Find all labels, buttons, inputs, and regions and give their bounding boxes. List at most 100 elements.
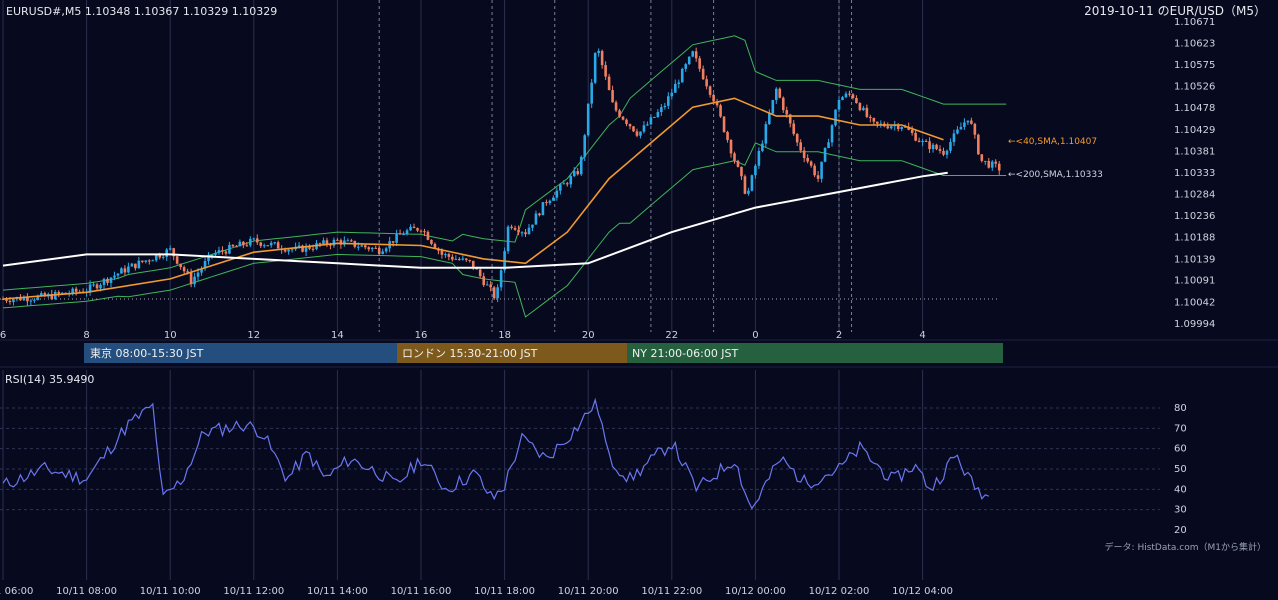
candle-body bbox=[370, 247, 374, 250]
candle-body bbox=[496, 287, 499, 299]
candle-body bbox=[447, 254, 451, 257]
candle-body bbox=[489, 284, 492, 288]
candle-body bbox=[973, 123, 977, 135]
candle-body bbox=[510, 226, 513, 228]
candle-body bbox=[531, 224, 534, 228]
hour-tick-label: 2 bbox=[836, 330, 842, 341]
candle-body bbox=[231, 244, 235, 247]
candle-body bbox=[698, 58, 701, 69]
candle-body bbox=[604, 65, 607, 77]
candle-body bbox=[130, 263, 134, 267]
price-tick-label: 1.10091 bbox=[1174, 276, 1215, 287]
candle-body bbox=[949, 142, 952, 151]
candle-body bbox=[332, 239, 336, 246]
candle-body bbox=[266, 245, 270, 247]
candle-body bbox=[499, 270, 503, 288]
candle-body bbox=[409, 226, 412, 231]
candle-body bbox=[733, 153, 736, 161]
candle-body bbox=[768, 113, 771, 125]
candle-body bbox=[632, 126, 635, 132]
price-tick-label: 1.10478 bbox=[1174, 103, 1215, 114]
candle-body bbox=[106, 278, 109, 283]
rsi-tick-label: 30 bbox=[1174, 505, 1187, 516]
candle-body bbox=[137, 260, 141, 269]
candle-body bbox=[848, 93, 851, 95]
time-tick-label: 10/11 16:00 bbox=[391, 586, 452, 597]
candle-body bbox=[464, 258, 468, 261]
hour-tick-label: 16 bbox=[415, 330, 428, 341]
candle-body bbox=[687, 56, 691, 65]
candle-body bbox=[430, 239, 433, 244]
hour-tick-label: 4 bbox=[919, 330, 925, 341]
candle-body bbox=[402, 234, 405, 236]
candle-body bbox=[262, 245, 266, 247]
candle-body bbox=[141, 260, 144, 262]
candle-body bbox=[799, 142, 802, 151]
candle-body bbox=[921, 140, 924, 142]
rsi-tick-label: 70 bbox=[1174, 423, 1187, 434]
candle-body bbox=[997, 163, 1001, 171]
candle-body bbox=[419, 230, 423, 232]
candle-body bbox=[151, 260, 155, 262]
time-tick-label: 10/11 06:00 bbox=[0, 586, 33, 597]
candle-body bbox=[708, 86, 712, 95]
candle-body bbox=[357, 246, 360, 248]
candle-body bbox=[900, 127, 903, 129]
candle-body bbox=[583, 135, 587, 157]
candle-body bbox=[99, 284, 102, 289]
hour-tick-label: 22 bbox=[665, 330, 678, 341]
candle-body bbox=[970, 120, 973, 124]
sma200-label: ←<200,SMA,1.10333 bbox=[1008, 170, 1103, 180]
candle-body bbox=[545, 202, 548, 204]
candle-body bbox=[8, 300, 12, 303]
candle-body bbox=[189, 272, 193, 285]
candle-body bbox=[837, 99, 841, 110]
price-tick-label: 1.10188 bbox=[1174, 232, 1215, 243]
candle-body bbox=[423, 231, 426, 233]
time-tick-label: 10/11 10:00 bbox=[140, 586, 201, 597]
candle-body bbox=[416, 228, 419, 231]
candle-body bbox=[942, 150, 945, 155]
candle-body bbox=[775, 88, 778, 101]
candle-body bbox=[621, 116, 625, 120]
candle-body bbox=[705, 79, 708, 87]
candle-body bbox=[851, 94, 855, 99]
candle-body bbox=[855, 98, 858, 104]
candle-body bbox=[694, 51, 698, 59]
candle-body bbox=[844, 93, 848, 98]
candle-body bbox=[966, 120, 970, 123]
candle-body bbox=[506, 226, 510, 252]
candle-body bbox=[572, 171, 576, 177]
candle-body bbox=[914, 132, 917, 141]
candle-body bbox=[625, 119, 628, 124]
candle-body bbox=[980, 154, 984, 161]
hour-tick-label: 12 bbox=[247, 330, 260, 341]
candle-body bbox=[924, 140, 928, 142]
candle-body bbox=[910, 129, 914, 133]
candle-body bbox=[984, 160, 987, 162]
sma40-label: ←<40,SMA,1.10407 bbox=[1008, 137, 1097, 147]
candle-body bbox=[684, 64, 688, 69]
candle-body bbox=[134, 263, 137, 269]
hour-tick-label: 6 bbox=[0, 330, 6, 341]
time-tick-label: 10/12 02:00 bbox=[809, 586, 870, 597]
candle-body bbox=[990, 161, 994, 168]
candle-body bbox=[458, 258, 461, 260]
candle-body bbox=[336, 239, 339, 241]
candle-body bbox=[363, 245, 367, 248]
candle-body bbox=[827, 142, 830, 148]
price-tick-label: 1.10671 bbox=[1174, 17, 1215, 28]
candle-body bbox=[663, 105, 667, 108]
candle-body bbox=[269, 242, 273, 246]
candle-body bbox=[26, 297, 29, 302]
candle-body bbox=[938, 149, 942, 151]
price-tick-label: 1.10333 bbox=[1174, 168, 1215, 179]
candle-body bbox=[102, 278, 106, 285]
price-tick-label: 1.10381 bbox=[1174, 146, 1215, 157]
candle-body bbox=[374, 247, 378, 249]
rsi-panel bbox=[0, 368, 1278, 600]
candle-body bbox=[680, 68, 684, 83]
session-tokyo-label: 東京 08:00-15:30 JST bbox=[90, 346, 204, 360]
candle-body bbox=[123, 268, 127, 273]
candle-body bbox=[757, 150, 761, 166]
